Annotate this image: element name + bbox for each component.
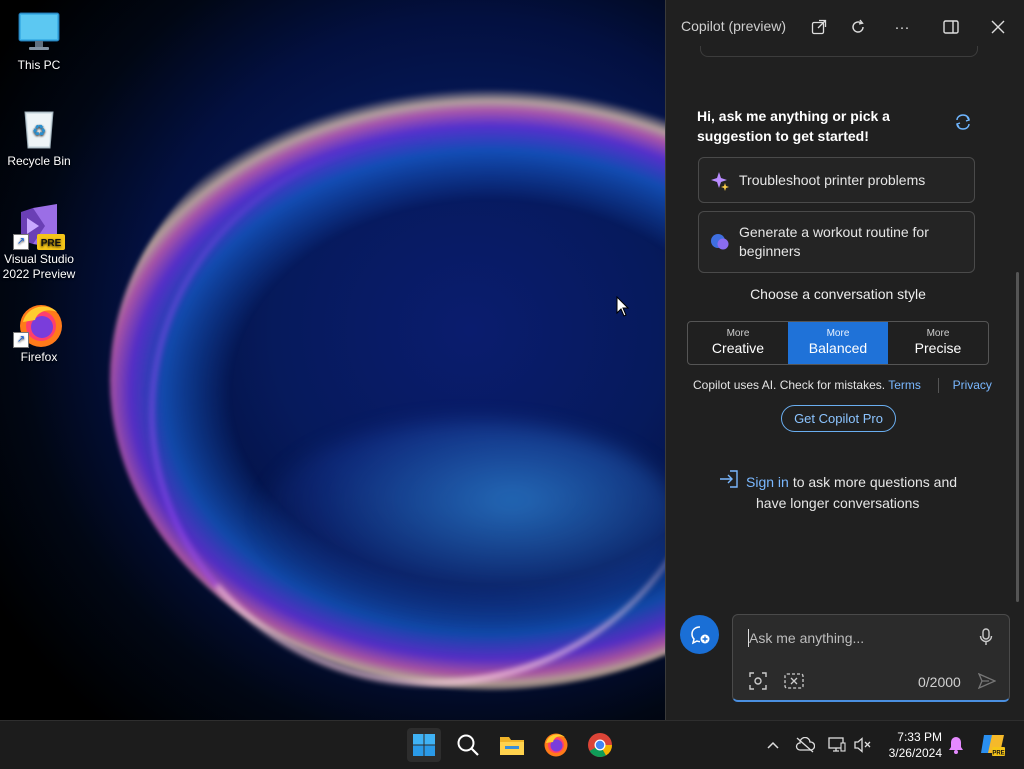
suggestion-text-line2: beginners (739, 243, 801, 259)
sign-in-text-line2: have longer conversations (756, 495, 920, 511)
desktop-icon-label: Firefox (20, 350, 58, 364)
desktop-wallpaper: This PC ♻ Recycle Bin PRE ↗ Visual Studi… (0, 0, 665, 720)
disclaimer-text: Copilot uses AI. Check for mistakes. (693, 378, 886, 392)
split-view-icon[interactable] (939, 15, 963, 39)
firefox-taskbar-button[interactable] (539, 728, 573, 762)
conversation-style-title: Choose a conversation style (750, 286, 926, 302)
style-prefix: More (926, 328, 950, 339)
notification-bell-icon[interactable] (946, 735, 966, 755)
style-prefix: More (726, 328, 750, 339)
display-icon[interactable] (827, 735, 847, 755)
chrome-icon (588, 733, 612, 758)
desktop-icon-label: Recycle Bin (7, 154, 71, 168)
character-counter: 0/2000 (918, 674, 961, 690)
suggestion-text: Troubleshoot printer problems (739, 172, 926, 188)
shortcut-arrow-icon: ↗ (13, 234, 29, 250)
shortcut-arrow-icon: ↗ (13, 332, 29, 348)
sparkle-icon (710, 171, 730, 191)
terms-link[interactable]: Terms (888, 378, 921, 392)
divider (938, 378, 940, 394)
suggestion-card-workout[interactable]: Generate a workout routine for beginners (698, 211, 975, 273)
chat-input-placeholder[interactable]: Ask me anything... (749, 630, 864, 646)
open-external-icon[interactable] (807, 15, 831, 39)
sign-in-text-line1: to ask more questions and (792, 473, 958, 490)
copilot-title: Copilot (preview) (681, 18, 787, 34)
send-icon[interactable] (976, 670, 998, 692)
desktop-icon-label: This PC (17, 58, 61, 72)
privacy-link[interactable]: Privacy (953, 378, 992, 392)
new-topic-button[interactable] (680, 615, 719, 654)
start-icon (413, 734, 435, 756)
taskbar: 7:33 PM 3/26/2024 PRE (0, 720, 1024, 769)
get-copilot-pro-button[interactable]: Get Copilot Pro (781, 405, 896, 432)
suggestion-text-line1: Generate a workout routine for (739, 224, 929, 240)
desktop-icon-visual-studio[interactable]: PRE ↗ Visual Studio 2022 Preview (1, 204, 77, 282)
desktop-icon-label-line2: 2022 Preview (2, 267, 76, 281)
file-explorer-icon (500, 737, 524, 755)
monitor-icon (17, 10, 61, 54)
refresh-icon[interactable] (846, 15, 870, 39)
firefox-icon: ↗ (13, 302, 62, 348)
pre-badge: PRE (41, 238, 62, 249)
desktop-icon-label-line1: Visual Studio (4, 252, 74, 266)
style-label: Creative (711, 340, 765, 356)
clock-time: 7:33 PM (897, 730, 942, 744)
style-label: Precise (914, 340, 962, 356)
style-label: Balanced (808, 340, 868, 356)
chat-input-box[interactable]: Ask me anything... 0/2000 (732, 614, 1010, 702)
more-icon[interactable]: ··· (890, 15, 914, 39)
suggestion-card-printer[interactable]: Troubleshoot printer problems (698, 157, 975, 203)
copilot-pre-icon[interactable]: PRE (980, 731, 1006, 757)
search-button[interactable] (451, 728, 485, 762)
close-icon[interactable] (986, 15, 1010, 39)
greeting-text: Hi, ask me anything or pick a suggestion… (697, 108, 890, 144)
style-balanced-button[interactable]: More Balanced (788, 322, 888, 364)
screenshot-icon[interactable] (783, 670, 805, 692)
visual-studio-icon: PRE ↗ (13, 204, 65, 250)
chevron-up-icon[interactable] (763, 735, 783, 755)
desktop-icon-recycle-bin[interactable]: ♻ Recycle Bin (1, 106, 77, 169)
style-prefix: More (826, 328, 850, 339)
desktop-icon-firefox[interactable]: ↗ Firefox (1, 302, 77, 365)
chrome-taskbar-button[interactable] (583, 728, 617, 762)
recycle-bin-icon: ♻ (17, 106, 61, 150)
new-chat-icon (690, 625, 709, 644)
previous-card-edge (700, 46, 978, 57)
firefox-icon (544, 733, 568, 757)
ai-disclaimer: Copilot uses AI. Check for mistakes. Ter… (693, 378, 992, 394)
conversation-style-selector: More Creative More Balanced More Precise (687, 321, 989, 365)
volume-muted-icon[interactable] (853, 735, 873, 755)
sign-in-link[interactable]: Sign in (746, 472, 789, 492)
style-creative-button[interactable]: More Creative (688, 322, 788, 364)
search-icon (457, 734, 479, 756)
suggestion-text: Generate a workout routine for beginners (739, 223, 929, 261)
chat-bubbles-icon (710, 232, 730, 252)
sign-in-icon (718, 470, 740, 493)
copilot-panel: Copilot (preview) ··· Hi, ask me anythin… (665, 0, 1024, 720)
file-explorer-button[interactable] (495, 728, 529, 762)
svg-text:PRE: PRE (992, 751, 1004, 757)
start-button[interactable] (407, 728, 441, 762)
svg-text:♻: ♻ (32, 121, 46, 140)
desktop-icon-this-pc[interactable]: This PC (1, 10, 77, 73)
scrollbar[interactable] (1016, 272, 1019, 602)
style-precise-button[interactable]: More Precise (888, 322, 988, 364)
microphone-icon[interactable] (975, 626, 997, 648)
image-search-icon[interactable] (747, 670, 769, 692)
system-clock[interactable]: 7:33 PM 3/26/2024 (880, 729, 942, 761)
refresh-suggestions-icon[interactable] (954, 114, 972, 135)
mouse-cursor-icon (616, 296, 630, 317)
sign-in-prompt: Sign in to ask more questions and have l… (718, 470, 978, 513)
network-off-icon[interactable] (795, 735, 815, 755)
clock-date: 3/26/2024 (888, 746, 942, 760)
